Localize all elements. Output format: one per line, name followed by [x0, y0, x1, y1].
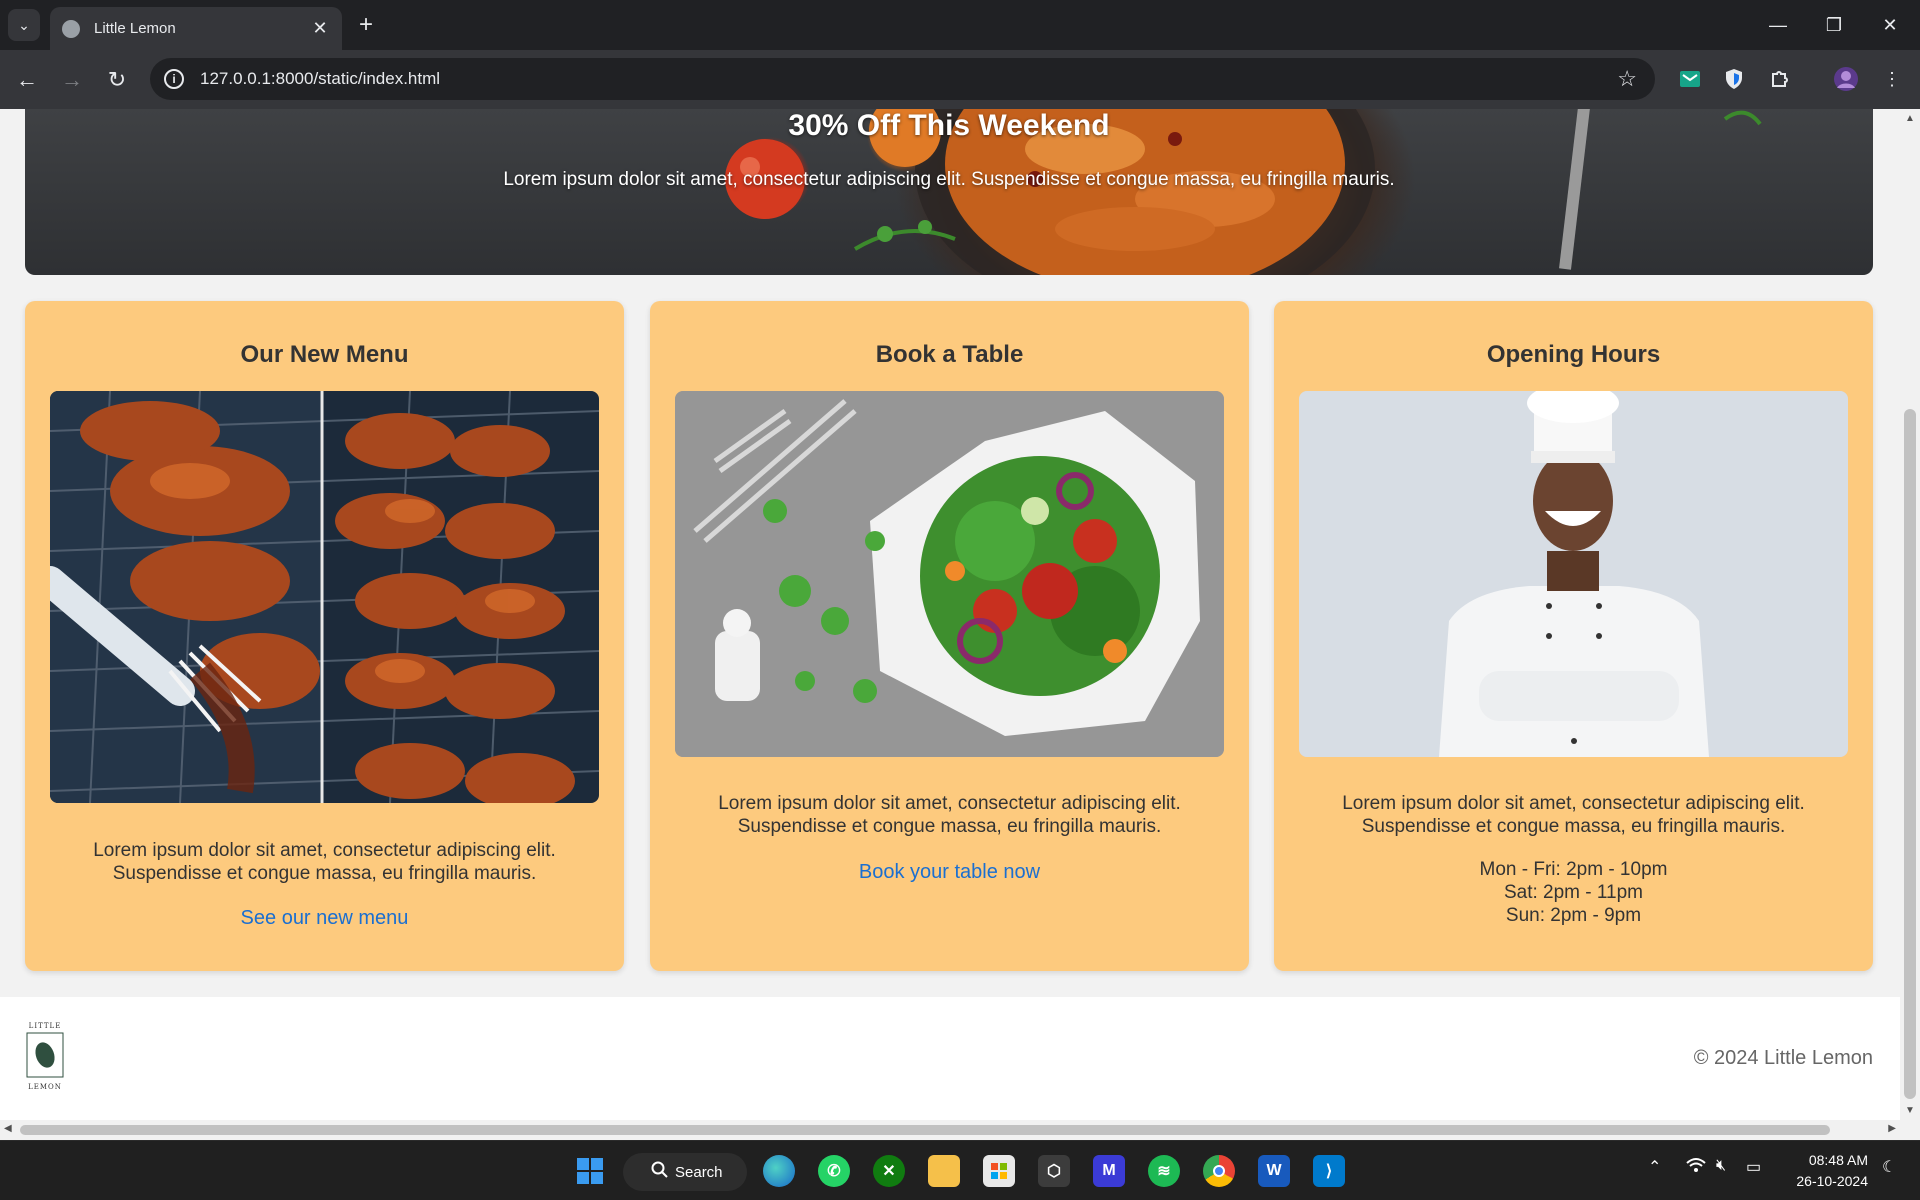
bookmark-star-icon[interactable]: ☆ [1617, 66, 1637, 92]
copyright-text: © 2024 Little Lemon [1693, 1047, 1873, 1069]
taskbar-clock[interactable]: 08:48 AM 26-10-2024 [1796, 1150, 1868, 1192]
xbox-icon[interactable]: ✕ [873, 1155, 905, 1187]
card-opening-hours: Opening Hours Lorem ipsum dolor sit amet… [1274, 301, 1873, 971]
close-window-button[interactable]: ✕ [1862, 0, 1918, 50]
chevron-down-icon: ⌄ [18, 16, 30, 33]
restore-button[interactable]: ❐ [1806, 0, 1862, 50]
chrome-center-icon [1213, 1165, 1225, 1177]
address-bar-row: ← → ↻ i 127.0.0.1:8000/static/index.html… [0, 50, 1920, 109]
tab-search-button[interactable]: ⌄ [8, 9, 40, 41]
hours-sunday: Sun: 2pm - 9pm [1505, 905, 1642, 926]
more-menu-icon[interactable]: ⋮ [1878, 65, 1906, 93]
horizontal-scroll-thumb[interactable] [20, 1125, 1830, 1135]
volume-muted-icon[interactable]: 🔇︎ [1716, 1157, 1726, 1175]
card-text-line: Suspendisse et congue massa, eu fringill… [1361, 816, 1786, 837]
reload-button[interactable]: ↻ [101, 64, 133, 96]
clock-time: 08:48 AM [1808, 1152, 1868, 1168]
back-button[interactable]: ← [11, 64, 43, 96]
card-book-table: Book a Table Lorem ipsum dolor sit amet,… [650, 301, 1249, 971]
puzzle-extensions-icon[interactable] [1766, 65, 1794, 93]
card-text: Lorem ipsum dolor sit amet, consectetur … [670, 792, 1229, 838]
hours-weekday: Mon - Fri: 2pm - 10pm [1479, 859, 1668, 880]
page-viewport: 30% Off This Weekend Lorem ipsum dolor s… [0, 109, 1900, 1120]
whatsapp-icon[interactable]: ✆ [818, 1155, 850, 1187]
profile-avatar-icon[interactable] [1832, 65, 1860, 93]
file-explorer-icon[interactable] [928, 1155, 960, 1187]
card-text: Lorem ipsum dolor sit amet, consectetur … [45, 839, 604, 885]
hours-saturday: Sat: 2pm - 11pm [1503, 882, 1644, 903]
forward-button[interactable]: → [56, 64, 88, 96]
windows-start-icon[interactable] [574, 1155, 606, 1187]
card-text-line: Lorem ipsum dolor sit amet, consectetur … [718, 793, 1181, 814]
promo-text: Lorem ipsum dolor sit amet, consectetur … [503, 169, 1395, 190]
info-icon[interactable]: i [164, 69, 184, 89]
card-text-line: Lorem ipsum dolor sit amet, consectetur … [1342, 793, 1805, 814]
tab-title: Little Lemon [94, 20, 176, 37]
opening-hours-list: Mon - Fri: 2pm - 10pm Sat: 2pm - 11pm Su… [1274, 858, 1873, 927]
salad-plate-image [675, 391, 1224, 757]
card-text-line: Suspendisse et congue massa, eu fringill… [737, 816, 1162, 837]
new-tab-button[interactable]: + [352, 11, 380, 39]
taskbar-search-label: Search [675, 1163, 723, 1181]
search-icon [651, 1161, 669, 1183]
chevron-up-icon[interactable]: ⌃ [1648, 1157, 1661, 1177]
scroll-right-arrow-icon[interactable]: ▶ [1888, 1123, 1896, 1134]
vscode-icon[interactable]: ⟩ [1313, 1155, 1345, 1187]
card-text: Lorem ipsum dolor sit amet, consectetur … [1294, 792, 1853, 838]
url-input[interactable]: i 127.0.0.1:8000/static/index.html ☆ [150, 58, 1655, 100]
card-text-line: Suspendisse et congue massa, eu fringill… [112, 863, 537, 884]
minimize-button[interactable]: — [1750, 0, 1806, 50]
logo-text-bottom: LEMON [28, 1083, 62, 1091]
card-new-menu: Our New Menu Lorem ipsum dolor sit amet,… [25, 301, 624, 971]
scroll-left-arrow-icon[interactable]: ◀ [4, 1123, 12, 1134]
unity-hub-icon[interactable]: ⬡ [1038, 1155, 1070, 1187]
vertical-scrollbar[interactable]: ▲ ▼ [1900, 109, 1920, 1120]
word-icon[interactable]: W [1258, 1155, 1290, 1187]
edge-browser-icon[interactable] [763, 1155, 795, 1187]
promo-title: 30% Off This Weekend [788, 109, 1110, 142]
logo-text-top: LITTLE [29, 1022, 62, 1030]
url-text: 127.0.0.1:8000/static/index.html [200, 69, 441, 88]
clock-date: 26-10-2024 [1796, 1173, 1868, 1189]
browser-tab[interactable]: Little Lemon ✕ [50, 7, 342, 50]
card-title: Opening Hours [1486, 341, 1661, 368]
globe-icon [62, 19, 80, 38]
battery-icon[interactable]: ▭ [1746, 1157, 1761, 1177]
sketch-app-icon[interactable]: M [1093, 1155, 1125, 1187]
windows-taskbar: Search ✆ ✕ ⬡ M ≋ W ⟩ ⌃ 🔇︎ ▭ 08:48 AM 26-… [0, 1140, 1920, 1200]
see-new-menu-link[interactable]: See our new menu [25, 907, 624, 930]
chef-image [1299, 391, 1848, 757]
little-lemon-logo[interactable]: LITTLE LEMON [25, 1021, 65, 1091]
grilled-skewers-image [50, 391, 599, 803]
chrome-icon[interactable] [1203, 1155, 1235, 1187]
card-text-line: Lorem ipsum dolor sit amet, consectetur … [93, 840, 556, 861]
notification-icon[interactable]: ☾ [1882, 1157, 1896, 1177]
browser-tab-bar: ⌄ Little Lemon ✕ + — ❐ ✕ [0, 0, 1920, 50]
shield-extension-icon[interactable] [1720, 65, 1748, 93]
close-tab-icon[interactable]: ✕ [310, 18, 330, 39]
horizontal-scrollbar[interactable]: ◀ ▶ [0, 1120, 1900, 1140]
promo-banner: 30% Off This Weekend Lorem ipsum dolor s… [25, 109, 1873, 275]
spotify-icon[interactable]: ≋ [1148, 1155, 1180, 1187]
vertical-scroll-thumb[interactable] [1904, 409, 1916, 1099]
mail-extension-icon[interactable] [1676, 65, 1704, 93]
wifi-icon[interactable] [1686, 1157, 1706, 1178]
page-footer: LITTLE LEMON © 2024 Little Lemon [0, 997, 1900, 1120]
microsoft-store-icon[interactable] [983, 1155, 1015, 1187]
scroll-up-arrow-icon[interactable]: ▲ [1905, 113, 1915, 124]
scroll-down-arrow-icon[interactable]: ▼ [1905, 1105, 1915, 1116]
taskbar-search-button[interactable]: Search [623, 1153, 747, 1191]
card-title: Book a Table [875, 341, 1024, 368]
book-table-link[interactable]: Book your table now [650, 861, 1249, 884]
card-title: Our New Menu [240, 341, 409, 368]
